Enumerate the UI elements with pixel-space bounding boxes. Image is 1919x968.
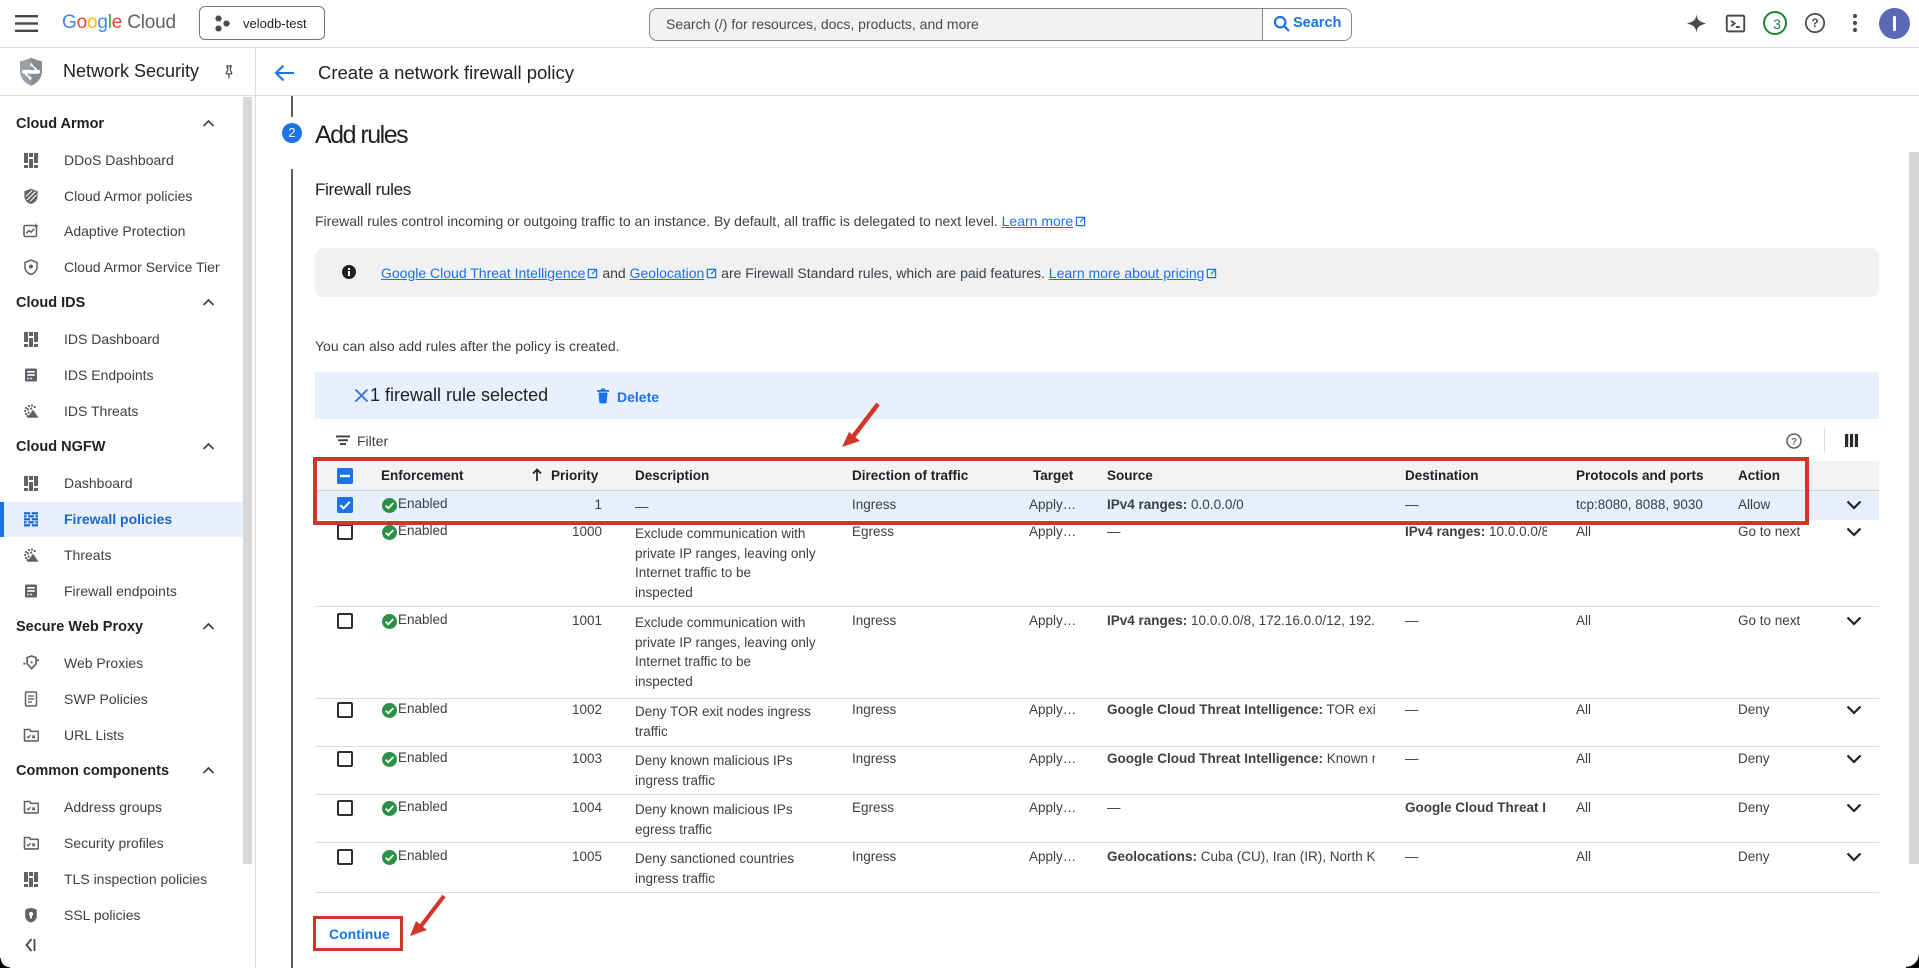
svg-text:?: ?: [1791, 436, 1797, 447]
svg-text:?: ?: [1811, 16, 1818, 30]
